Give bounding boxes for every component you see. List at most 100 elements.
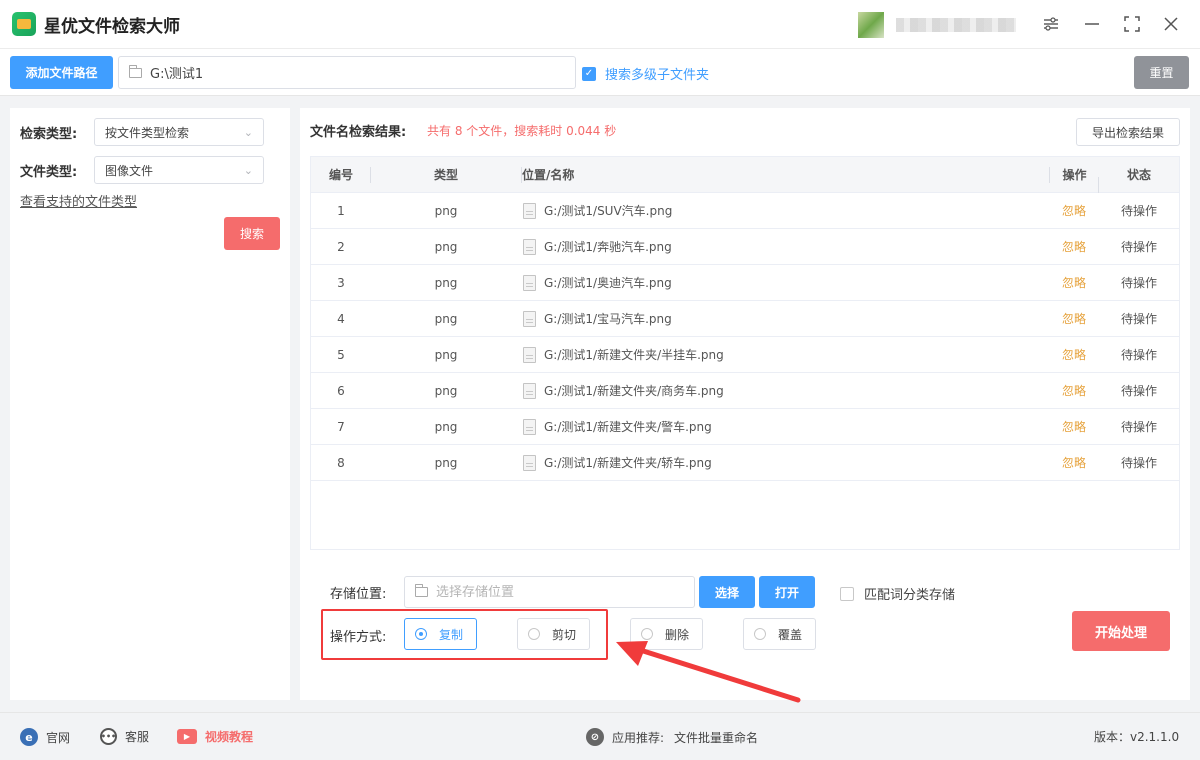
file-icon xyxy=(523,238,536,255)
table-row[interactable]: 5 png G:/测试1/新建文件夹/半挂车.png 忽略 待操作 xyxy=(311,337,1179,373)
cell-status: 待操作 xyxy=(1120,384,1157,398)
chevron-down-icon: ⌄ xyxy=(243,125,253,139)
cell-no: 2 xyxy=(337,239,345,254)
title-bar: 星优文件检索大师 xyxy=(0,0,1200,48)
settings-icon[interactable] xyxy=(1039,12,1063,36)
cell-path: G:/测试1/新建文件夹/轿车.png xyxy=(521,454,1049,471)
footer-support-label: 客服 xyxy=(125,730,150,744)
cell-type: png xyxy=(434,203,458,218)
cell-type: png xyxy=(434,347,458,362)
checkbox-checked-icon[interactable]: ✓ xyxy=(582,66,596,81)
ignore-link[interactable]: 忽略 xyxy=(1049,454,1099,471)
cell-path: G:/测试1/奥迪汽车.png xyxy=(521,274,1049,291)
ignore-link[interactable]: 忽略 xyxy=(1049,274,1099,291)
cell-path-text: G:/测试1/SUV汽车.png xyxy=(544,204,673,218)
table-row[interactable]: 2 png G:/测试1/奔驰汽车.png 忽略 待操作 xyxy=(311,229,1179,265)
table-body: 1 png G:/测试1/SUV汽车.png 忽略 待操作 2 png G:/测试1/奔驰汽车… xyxy=(311,193,1179,481)
add-path-button[interactable]: 添加文件路径 xyxy=(10,56,113,89)
table-row[interactable]: 4 png G:/测试1/宝马汽车.png 忽略 待操作 xyxy=(311,301,1179,337)
cell-path-text: G:/测试1/新建文件夹/商务车.png xyxy=(544,384,724,398)
cell-path: G:/测试1/宝马汽车.png xyxy=(521,310,1049,327)
ignore-link[interactable]: 忽略 xyxy=(1049,346,1099,363)
top-toolbar: 添加文件路径 G:\测试1 ✓ 搜索多级子文件夹 重置 xyxy=(0,48,1200,96)
start-processing-button[interactable]: 开始处理 xyxy=(1072,611,1170,651)
col-header-type: 类型 xyxy=(433,168,458,182)
ignore-link[interactable]: 忽略 xyxy=(1049,202,1099,219)
checkbox-unchecked-icon[interactable] xyxy=(840,586,854,601)
maximize-icon[interactable] xyxy=(1120,12,1144,36)
search-type-row: 检索类型: 按文件类型检索 ⌄ xyxy=(20,118,264,146)
match-classify-label: 匹配词分类存储 xyxy=(864,588,956,603)
cell-status: 待操作 xyxy=(1120,204,1157,218)
file-icon xyxy=(523,310,536,327)
table-row[interactable]: 8 png G:/测试1/新建文件夹/轿车.png 忽略 待操作 xyxy=(311,445,1179,481)
footer-version: 版本：v2.1.1.0 xyxy=(1094,728,1179,745)
reset-button[interactable]: 重置 xyxy=(1134,56,1189,89)
file-type-row: 文件类型: 图像文件 ⌄ xyxy=(20,156,264,184)
storage-location-field[interactable] xyxy=(404,576,695,608)
cell-path: G:/测试1/SUV汽车.png xyxy=(521,202,1049,219)
cell-path-text: G:/测试1/新建文件夹/警车.png xyxy=(544,420,712,434)
search-type-select[interactable]: 按文件类型检索 ⌄ xyxy=(94,118,264,146)
version-label: 版本：v2.1.1.0 xyxy=(1094,730,1180,744)
minimize-icon[interactable] xyxy=(1080,12,1104,36)
search-type-value: 按文件类型检索 xyxy=(105,125,190,140)
match-classify-checkbox[interactable]: 匹配词分类存储 xyxy=(840,584,955,603)
cell-no: 1 xyxy=(337,203,345,218)
choose-button[interactable]: 选择 xyxy=(699,576,755,608)
annotation-arrow-icon xyxy=(616,641,801,703)
search-button[interactable]: 搜索 xyxy=(224,217,280,250)
cell-no: 3 xyxy=(337,275,345,290)
open-button[interactable]: 打开 xyxy=(759,576,815,608)
table-row[interactable]: 6 png G:/测试1/新建文件夹/商务车.png 忽略 待操作 xyxy=(311,373,1179,409)
ignore-link[interactable]: 忽略 xyxy=(1049,382,1099,399)
footer-support[interactable]: ••• 客服 xyxy=(100,728,149,745)
storage-label: 存储位置: xyxy=(330,587,387,602)
storage-location-input[interactable] xyxy=(436,584,676,600)
table-row[interactable]: 7 png G:/测试1/新建文件夹/警车.png 忽略 待操作 xyxy=(311,409,1179,445)
path-value: G:\测试1 xyxy=(150,67,204,82)
app-logo-icon xyxy=(12,12,36,36)
table-row[interactable]: 3 png G:/测试1/奥迪汽车.png 忽略 待操作 xyxy=(311,265,1179,301)
file-type-value: 图像文件 xyxy=(105,163,154,178)
export-results-button[interactable]: 导出检索结果 xyxy=(1076,118,1180,146)
file-icon xyxy=(523,274,536,291)
ignore-link[interactable]: 忽略 xyxy=(1049,310,1099,327)
link-icon: ⊘ xyxy=(586,728,604,746)
footer-website[interactable]: e 官网 xyxy=(20,728,70,746)
annotation-highlight-box xyxy=(321,609,608,660)
app-title: 星优文件检索大师 xyxy=(44,16,180,37)
avatar[interactable] xyxy=(858,12,884,38)
footer-recommend-app[interactable]: 文件批量重命名 xyxy=(674,729,758,746)
results-title: 文件名检索结果: xyxy=(310,125,407,140)
results-table: 编号 类型 位置/名称 操作 状态 1 png G:/测试1/SUV汽车.png 忽略… xyxy=(310,156,1180,550)
cell-path-text: G:/测试1/新建文件夹/轿车.png xyxy=(544,456,712,470)
close-icon[interactable] xyxy=(1159,12,1183,36)
path-field[interactable]: G:\测试1 xyxy=(118,56,576,89)
results-summary: 共有 8 个文件，搜索耗时 0.044 秒 xyxy=(427,124,617,138)
file-icon xyxy=(523,346,536,363)
cell-no: 8 xyxy=(337,455,345,470)
search-settings-panel: 检索类型: 按文件类型检索 ⌄ 文件类型: 图像文件 ⌄ 查看支持的文件类型 搜… xyxy=(10,108,290,700)
file-type-select[interactable]: 图像文件 ⌄ xyxy=(94,156,264,184)
footer-website-label: 官网 xyxy=(46,730,71,745)
table-row[interactable]: 1 png G:/测试1/SUV汽车.png 忽略 待操作 xyxy=(311,193,1179,229)
cell-path-text: G:/测试1/奔驰汽车.png xyxy=(544,240,672,254)
ignore-link[interactable]: 忽略 xyxy=(1049,238,1099,255)
cell-type: png xyxy=(434,455,458,470)
col-header-no: 编号 xyxy=(311,157,371,192)
supported-types-link[interactable]: 查看支持的文件类型 xyxy=(20,191,137,210)
cell-type: png xyxy=(434,239,458,254)
folder-icon xyxy=(129,64,142,78)
user-account[interactable] xyxy=(858,10,1020,40)
cell-no: 7 xyxy=(337,419,345,434)
file-icon xyxy=(523,418,536,435)
ignore-link[interactable]: 忽略 xyxy=(1049,418,1099,435)
col-header-op: 操作 xyxy=(1049,166,1099,193)
subfolder-checkbox[interactable]: ✓ 搜索多级子文件夹 xyxy=(582,64,709,83)
search-type-label: 检索类型: xyxy=(20,126,78,142)
cell-path: G:/测试1/新建文件夹/半挂车.png xyxy=(521,346,1049,363)
footer-video[interactable]: ▶ 视频教程 xyxy=(177,728,253,745)
cell-status: 待操作 xyxy=(1120,348,1157,362)
chevron-down-icon: ⌄ xyxy=(243,163,253,177)
